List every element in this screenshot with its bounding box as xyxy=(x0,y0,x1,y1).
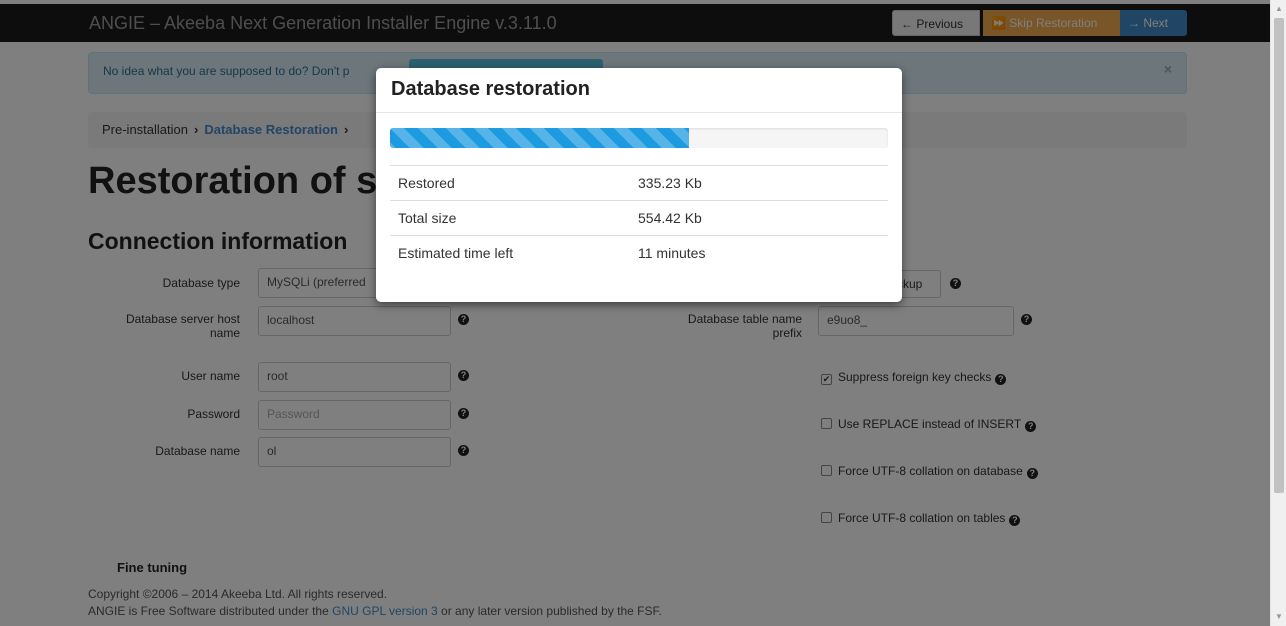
vertical-scrollbar[interactable]: ▲ ▼ xyxy=(1270,0,1286,626)
stat-value: 554.42 Kb xyxy=(630,200,888,236)
stat-label: Total size xyxy=(390,200,630,236)
scroll-up-icon[interactable]: ▲ xyxy=(1275,4,1283,13)
restoration-progress xyxy=(390,128,888,148)
scrollbar-thumb[interactable] xyxy=(1274,18,1284,493)
stat-label: Restored xyxy=(390,165,630,201)
scroll-down-icon[interactable]: ▼ xyxy=(1275,612,1283,621)
restoration-stats-table: Restored 335.23 Kb Total size 554.42 Kb Es… xyxy=(390,165,888,271)
table-row: Restored 335.23 Kb xyxy=(390,165,888,201)
stat-value: 11 minutes xyxy=(630,235,888,271)
restoration-modal: Database restoration Restored 335.23 Kb T… xyxy=(376,68,902,302)
modal-title: Database restoration xyxy=(376,68,902,113)
table-row: Estimated time left 11 minutes xyxy=(390,235,888,271)
progress-bar-fill xyxy=(390,128,689,148)
stat-value: 335.23 Kb xyxy=(630,165,888,201)
table-row: Total size 554.42 Kb xyxy=(390,200,888,236)
stat-label: Estimated time left xyxy=(390,235,630,271)
